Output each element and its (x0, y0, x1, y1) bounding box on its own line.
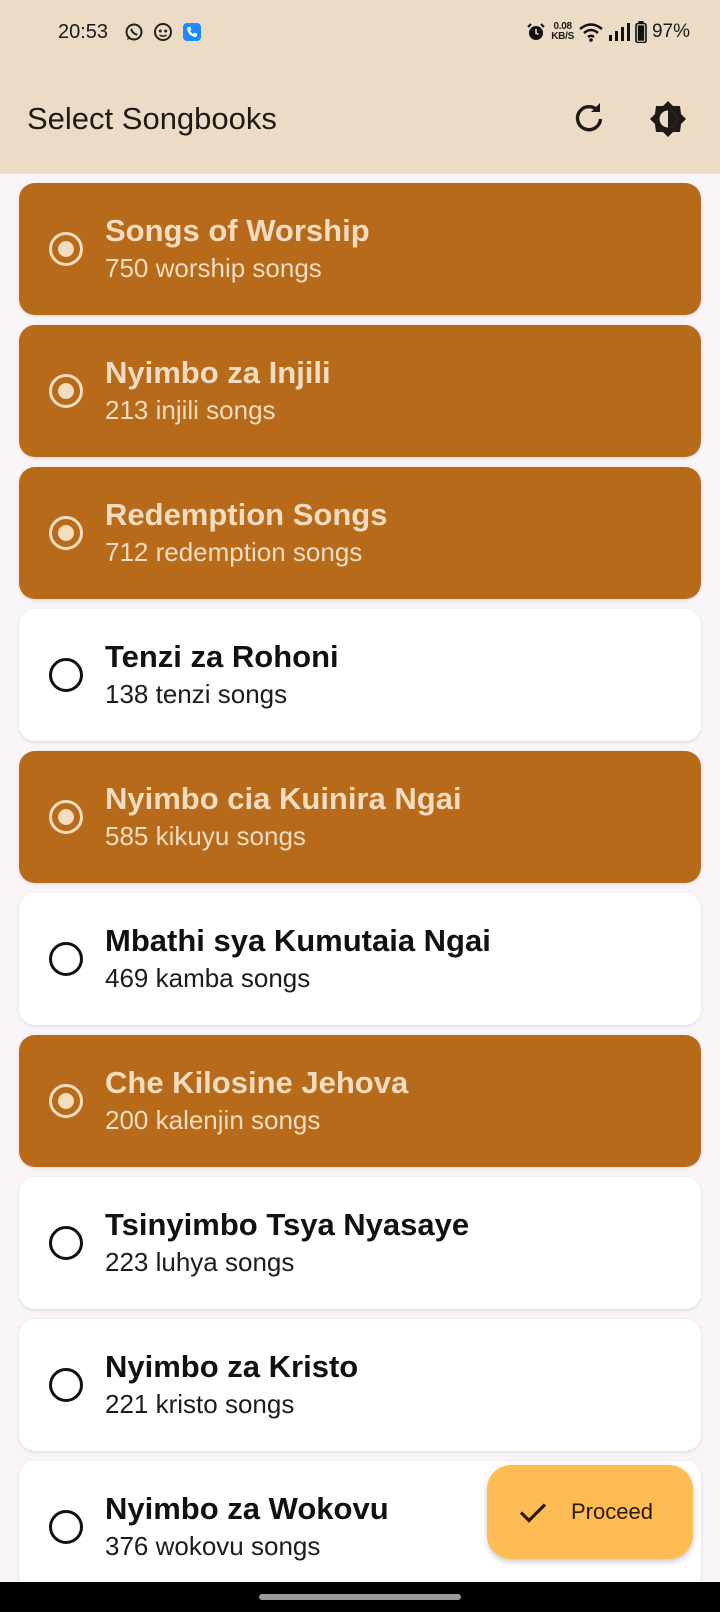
songbook-subtitle: 376 wokovu songs (105, 1531, 321, 1561)
radio-checked-icon[interactable] (49, 374, 83, 408)
refresh-icon (575, 103, 603, 132)
songbook-card[interactable]: Tsinyimbo Tsya Nyasaye 223 luhya songs (19, 1177, 701, 1309)
radio-unchecked-icon[interactable] (49, 658, 83, 692)
proceed-button[interactable]: Proceed (487, 1465, 693, 1559)
songbook-card[interactable]: Tenzi za Rohoni 138 tenzi songs (19, 609, 701, 741)
songbook-card[interactable]: Che Kilosine Jehova 200 kalenjin songs (19, 1035, 701, 1167)
songbook-text: Nyimbo cia Kuinira Ngai 585 kikuyu songs (105, 780, 462, 854)
messenger-icon (153, 22, 173, 42)
songbook-text: Nyimbo za Injili 213 injili songs (105, 354, 331, 428)
page-title: Select Songbooks (27, 101, 277, 136)
theme-toggle-button[interactable] (640, 91, 696, 147)
songbook-card[interactable]: Songs of Worship 750 worship songs (19, 183, 701, 315)
songbook-subtitle: 138 tenzi songs (105, 679, 288, 709)
songbook-text: Mbathi sya Kumutaia Ngai 469 kamba songs (105, 922, 491, 996)
proceed-label: Proceed (571, 1499, 653, 1524)
radio-checked-icon[interactable] (49, 232, 83, 266)
radio-dot (58, 383, 74, 399)
alarm-icon (526, 22, 546, 42)
songbook-title: Nyimbo za Kristo (105, 1349, 359, 1384)
songbook-title: Nyimbo za Wokovu (105, 1491, 389, 1526)
refresh-button[interactable] (561, 91, 617, 147)
songbook-text: Redemption Songs 712 redemption songs (105, 496, 387, 570)
wifi-icon (579, 22, 603, 42)
radio-dot (58, 809, 74, 825)
songbook-subtitle: 200 kalenjin songs (105, 1105, 321, 1135)
songbook-subtitle: 223 luhya songs (105, 1247, 295, 1277)
status-bar: 20:53 0.08 KB/S 97% (0, 0, 720, 64)
radio-dot (58, 1093, 74, 1109)
songbook-title: Mbathi sya Kumutaia Ngai (105, 923, 491, 958)
signal-icon (608, 23, 630, 41)
brightness-icon (650, 101, 686, 137)
songbook-text: Tenzi za Rohoni 138 tenzi songs (105, 638, 339, 712)
songbook-card[interactable]: Nyimbo za Injili 213 injili songs (19, 325, 701, 457)
notification-icons (124, 22, 202, 42)
songbook-card[interactable]: Redemption Songs 712 redemption songs (19, 467, 701, 599)
songbook-subtitle: 750 worship songs (105, 253, 322, 283)
battery-icon (635, 21, 647, 43)
songbook-text: Songs of Worship 750 worship songs (105, 212, 370, 286)
songbook-text: Nyimbo za Kristo 221 kristo songs (105, 1348, 358, 1422)
songbook-list: Songs of Worship 750 worship songs Nyimbo … (19, 183, 701, 1593)
songbook-title: Che Kilosine Jehova (105, 1065, 409, 1100)
radio-dot (58, 241, 74, 257)
check-icon (519, 1503, 547, 1523)
radio-checked-icon[interactable] (49, 1084, 83, 1118)
songbook-title: Nyimbo cia Kuinira Ngai (105, 781, 462, 816)
songbook-text: Nyimbo za Wokovu 376 wokovu songs (105, 1490, 389, 1564)
whatsapp-icon (124, 22, 144, 42)
status-time: 20:53 (58, 20, 109, 43)
songbook-subtitle: 585 kikuyu songs (105, 821, 306, 851)
songbook-title: Tenzi za Rohoni (105, 639, 339, 674)
songbook-subtitle: 221 kristo songs (105, 1389, 295, 1419)
songbook-title: Songs of Worship (105, 213, 370, 248)
songbook-title: Tsinyimbo Tsya Nyasaye (105, 1207, 470, 1242)
radio-unchecked-icon[interactable] (49, 942, 83, 976)
radio-unchecked-icon[interactable] (49, 1510, 83, 1544)
radio-unchecked-icon[interactable] (49, 1226, 83, 1260)
songbook-text: Tsinyimbo Tsya Nyasaye 223 luhya songs (105, 1206, 469, 1280)
status-indicators: 0.08 KB/S 97% (526, 21, 690, 43)
radio-checked-icon[interactable] (49, 516, 83, 550)
songbook-card[interactable]: Mbathi sya Kumutaia Ngai 469 kamba songs (19, 893, 701, 1025)
songbook-subtitle: 712 redemption songs (105, 537, 363, 567)
songbook-title: Redemption Songs (105, 497, 388, 532)
phone-icon (182, 22, 202, 42)
app-bar: Select Songbooks (0, 64, 720, 174)
songbook-card[interactable]: Nyimbo cia Kuinira Ngai 585 kikuyu songs (19, 751, 701, 883)
battery-percent: 97% (651, 21, 690, 42)
home-gesture-handle[interactable] (259, 1594, 461, 1600)
radio-checked-icon[interactable] (49, 800, 83, 834)
songbook-subtitle: 213 injili songs (105, 395, 276, 425)
navigation-bar (0, 1582, 720, 1612)
network-speed: 0.08 KB/S (551, 21, 574, 42)
songbook-subtitle: 469 kamba songs (105, 963, 311, 993)
songbook-card[interactable]: Nyimbo za Kristo 221 kristo songs (19, 1319, 701, 1451)
radio-unchecked-icon[interactable] (49, 1368, 83, 1402)
songbook-text: Che Kilosine Jehova 200 kalenjin songs (105, 1064, 408, 1138)
songbook-title: Nyimbo za Injili (105, 355, 331, 390)
radio-dot (58, 525, 74, 541)
